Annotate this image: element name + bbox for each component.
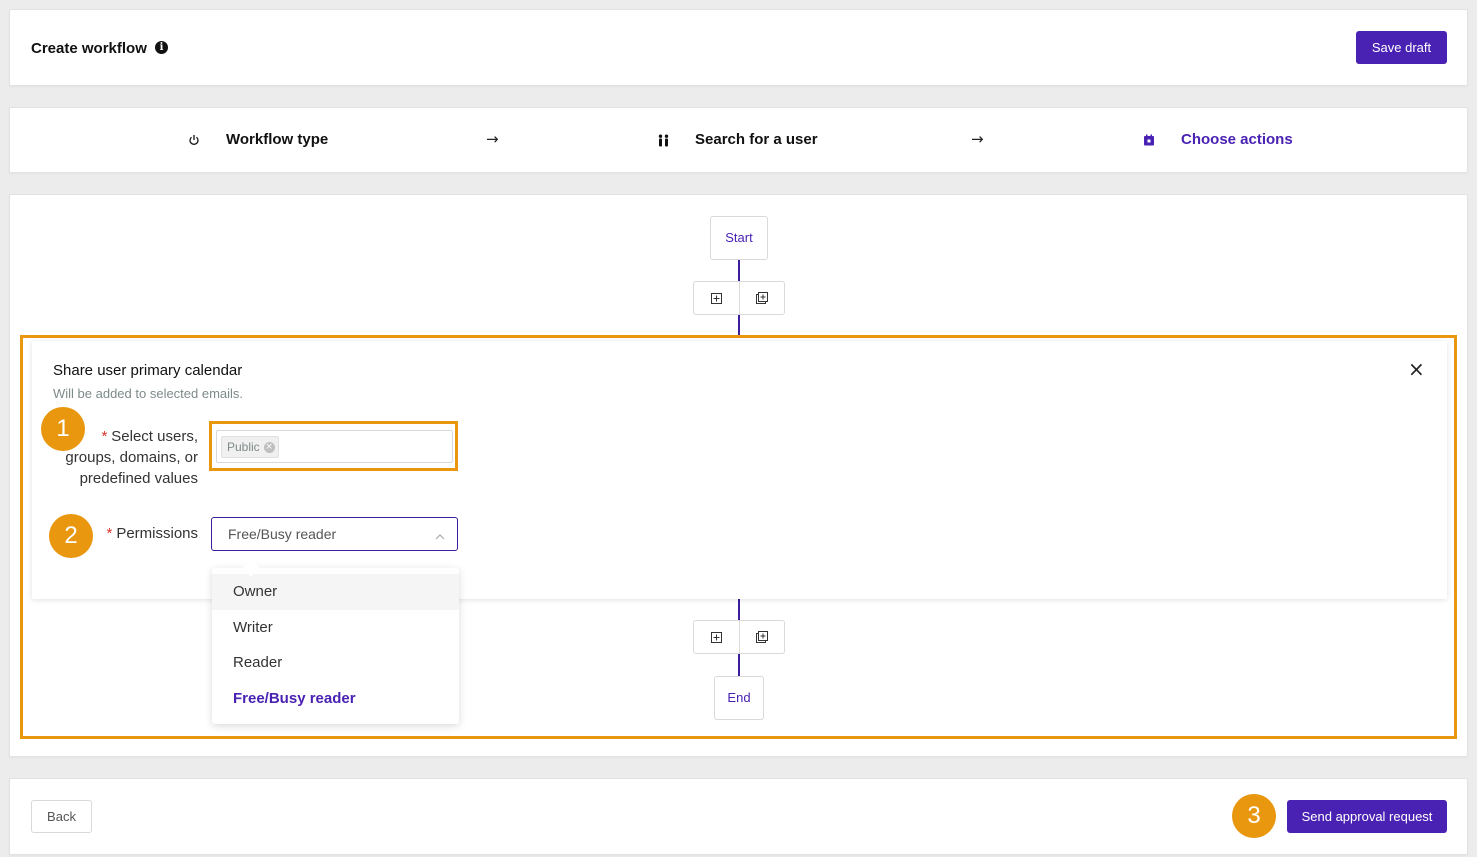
add-action-icon[interactable] xyxy=(694,621,739,653)
required-marker: * xyxy=(101,428,108,445)
add-action-icon[interactable] xyxy=(694,282,739,314)
add-group-icon[interactable] xyxy=(738,621,784,653)
connector-line xyxy=(738,599,740,621)
annotation-badge-3: 3 xyxy=(1232,794,1276,838)
option-free-busy-reader[interactable]: Free/Busy reader xyxy=(212,681,459,717)
permissions-dropdown: Owner Writer Reader Free/Busy reader xyxy=(212,559,459,724)
connector-line xyxy=(738,654,740,676)
end-node: End xyxy=(714,676,764,720)
permissions-value: Free/Busy reader xyxy=(228,526,337,542)
tag-remove-icon[interactable]: × xyxy=(263,442,275,453)
page-header: Create workflow i Save draft xyxy=(9,9,1468,86)
tag-label: Public xyxy=(227,440,260,454)
save-draft-button[interactable]: Save draft xyxy=(1356,31,1447,64)
users-field-label-text: Select users, groups, domains, or predef… xyxy=(65,428,198,487)
option-reader[interactable]: Reader xyxy=(212,645,459,681)
panel-subtitle: Will be added to selected emails. xyxy=(53,386,244,401)
action-panel: Share user primary calendar Will be adde… xyxy=(32,341,1447,599)
users-icon xyxy=(655,132,671,148)
calendar-icon xyxy=(1141,132,1157,148)
annotation-badge-2: 2 xyxy=(49,514,93,558)
arrow-right-icon: → xyxy=(971,130,984,148)
tag-public: Public × xyxy=(221,436,279,458)
users-input-highlight: Public × xyxy=(209,421,458,471)
start-node: Start xyxy=(710,216,768,260)
node-controls-top xyxy=(693,281,785,315)
add-group-icon[interactable] xyxy=(738,282,784,314)
node-controls-bottom xyxy=(693,620,785,654)
required-marker: * xyxy=(106,525,113,542)
arrow-right-icon: → xyxy=(486,130,499,148)
option-owner[interactable]: Owner xyxy=(212,574,459,610)
step-search-user[interactable]: Search for a user xyxy=(695,131,818,148)
permissions-field-label-text: Permissions xyxy=(116,525,198,542)
panel-title: Share user primary calendar xyxy=(53,362,243,379)
annotation-badge-1: 1 xyxy=(41,407,85,451)
close-icon[interactable]: × xyxy=(1408,359,1425,379)
users-input[interactable]: Public × xyxy=(216,430,453,463)
power-icon xyxy=(186,132,202,148)
step-workflow-type[interactable]: Workflow type xyxy=(226,131,328,148)
chevron-up-icon xyxy=(435,528,445,546)
workflow-stepper: Workflow type → Search for a user → Choo… xyxy=(9,107,1468,173)
option-writer[interactable]: Writer xyxy=(212,610,459,646)
connector-line xyxy=(738,315,740,335)
permissions-select[interactable]: Free/Busy reader xyxy=(211,517,458,551)
page-title: Create workflow xyxy=(31,40,147,57)
send-approval-request-button[interactable]: Send approval request xyxy=(1287,800,1447,833)
workflow-canvas: Start End Share user primary calendar Wi… xyxy=(9,194,1468,757)
info-icon[interactable]: i xyxy=(155,41,168,54)
back-button[interactable]: Back xyxy=(31,800,92,833)
step-choose-actions[interactable]: Choose actions xyxy=(1181,131,1293,148)
connector-line xyxy=(738,260,740,282)
